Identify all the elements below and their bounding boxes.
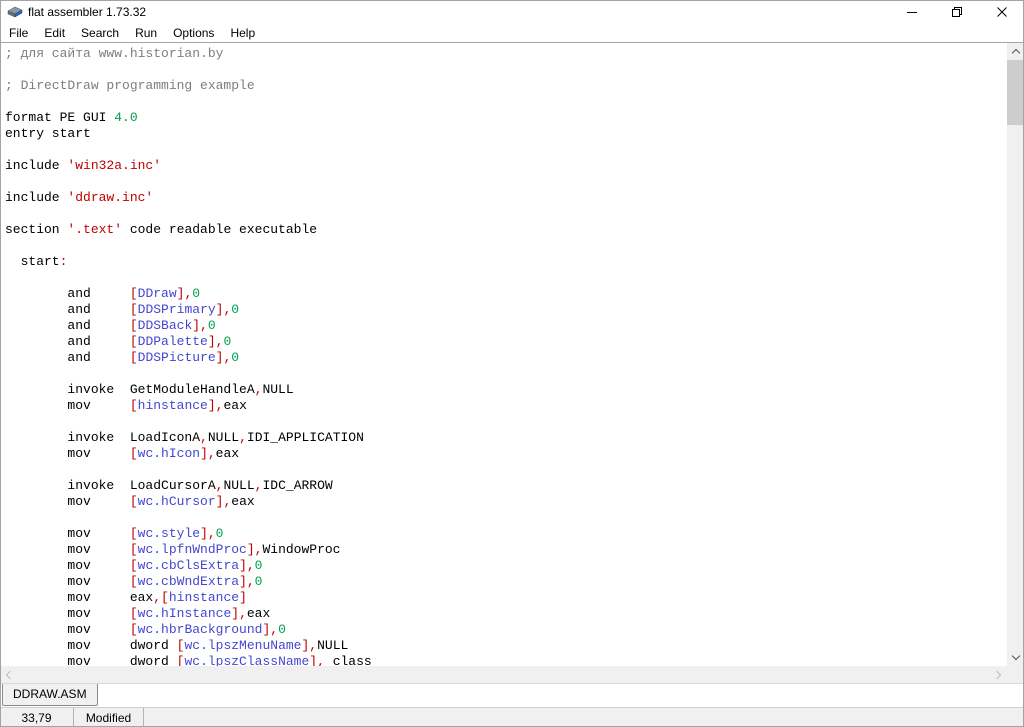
code-line: format PE GUI 4.0	[5, 110, 1007, 126]
scroll-down-button[interactable]	[1007, 649, 1024, 666]
editor-area: ; для сайта www.historian.by ; DirectDraw…	[0, 43, 1024, 683]
code-line: invoke LoadIconA,NULL,IDI_APPLICATION	[5, 430, 1007, 446]
code-line	[5, 62, 1007, 78]
code-line	[5, 174, 1007, 190]
close-button[interactable]	[979, 0, 1024, 23]
code-line: invoke GetModuleHandleA,NULL	[5, 382, 1007, 398]
code-editor[interactable]: ; для сайта www.historian.by ; DirectDraw…	[1, 43, 1007, 666]
fasm-app-icon	[7, 4, 23, 20]
code-line: invoke LoadCursorA,NULL,IDC_ARROW	[5, 478, 1007, 494]
code-line	[5, 94, 1007, 110]
code-line	[5, 414, 1007, 430]
menu-item-run[interactable]: Run	[127, 23, 165, 42]
code-line: mov [hinstance],eax	[5, 398, 1007, 414]
menu-item-edit[interactable]: Edit	[36, 23, 73, 42]
menu-bar: FileEditSearchRunOptionsHelp	[0, 23, 1024, 43]
code-line: mov [wc.cbClsExtra],0	[5, 558, 1007, 574]
scroll-up-button[interactable]	[1007, 43, 1024, 60]
status-spacer	[144, 708, 1024, 727]
tab-ddraw-asm[interactable]: DDRAW.ASM	[2, 684, 98, 706]
code-line: mov dword [wc.lpszClassName], class	[5, 654, 1007, 666]
code-line: mov [wc.hCursor],eax	[5, 494, 1007, 510]
cursor-position: 33,79	[0, 708, 74, 727]
code-line: mov dword [wc.lpszMenuName],NULL	[5, 638, 1007, 654]
window-controls	[889, 0, 1024, 23]
code-line: include 'win32a.inc'	[5, 158, 1007, 174]
code-line: and [DDraw],0	[5, 286, 1007, 302]
code-line	[5, 270, 1007, 286]
code-line	[5, 142, 1007, 158]
title-bar[interactable]: flat assembler 1.73.32	[0, 0, 1024, 23]
code-line: and [DDSPrimary],0	[5, 302, 1007, 318]
code-line: include 'ddraw.inc'	[5, 190, 1007, 206]
close-icon	[997, 7, 1007, 17]
scrollbar-corner	[1007, 666, 1024, 683]
code-line	[5, 238, 1007, 254]
code-line: entry start	[5, 126, 1007, 142]
code-line: mov [wc.hInstance],eax	[5, 606, 1007, 622]
menu-item-help[interactable]: Help	[222, 23, 263, 42]
window-title: flat assembler 1.73.32	[28, 5, 146, 19]
vertical-scroll-thumb[interactable]	[1007, 60, 1024, 125]
code-line	[5, 462, 1007, 478]
code-line: mov [wc.hbrBackground],0	[5, 622, 1007, 638]
code-line: start:	[5, 254, 1007, 270]
menu-item-file[interactable]: File	[1, 23, 36, 42]
restore-button[interactable]	[934, 0, 979, 23]
menu-item-search[interactable]: Search	[73, 23, 127, 42]
vertical-scrollbar[interactable]	[1007, 43, 1024, 666]
chevron-up-icon	[1011, 49, 1019, 57]
code-line	[5, 366, 1007, 382]
chevron-down-icon	[1011, 652, 1019, 660]
code-line	[5, 510, 1007, 526]
scroll-left-button[interactable]	[0, 666, 17, 683]
modified-status: Modified	[74, 708, 144, 727]
code-line: ; для сайта www.historian.by	[5, 46, 1007, 62]
chevron-right-icon	[993, 670, 1001, 678]
code-line	[5, 206, 1007, 222]
tab-bar: DDRAW.ASM	[0, 683, 1024, 707]
code-line: mov [wc.style],0	[5, 526, 1007, 542]
code-line: section '.text' code readable executable	[5, 222, 1007, 238]
code-line: and [DDSBack],0	[5, 318, 1007, 334]
code-line: ; DirectDraw programming example	[5, 78, 1007, 94]
menu-item-options[interactable]: Options	[165, 23, 222, 42]
restore-icon	[952, 7, 962, 17]
scroll-right-button[interactable]	[990, 666, 1007, 683]
code-line: and [DDPalette],0	[5, 334, 1007, 350]
code-line: mov [wc.lpfnWndProc],WindowProc	[5, 542, 1007, 558]
minimize-icon	[907, 7, 917, 17]
code-line: mov [wc.cbWndExtra],0	[5, 574, 1007, 590]
minimize-button[interactable]	[889, 0, 934, 23]
status-bar: 33,79 Modified	[0, 707, 1024, 727]
horizontal-scrollbar[interactable]	[0, 666, 1007, 683]
chevron-left-icon	[6, 670, 14, 678]
code-line: mov eax,[hinstance]	[5, 590, 1007, 606]
fasm-window: flat assembler 1.73.32 FileEditSearchRun…	[0, 0, 1024, 727]
code-line: mov [wc.hIcon],eax	[5, 446, 1007, 462]
code-line: and [DDSPicture],0	[5, 350, 1007, 366]
